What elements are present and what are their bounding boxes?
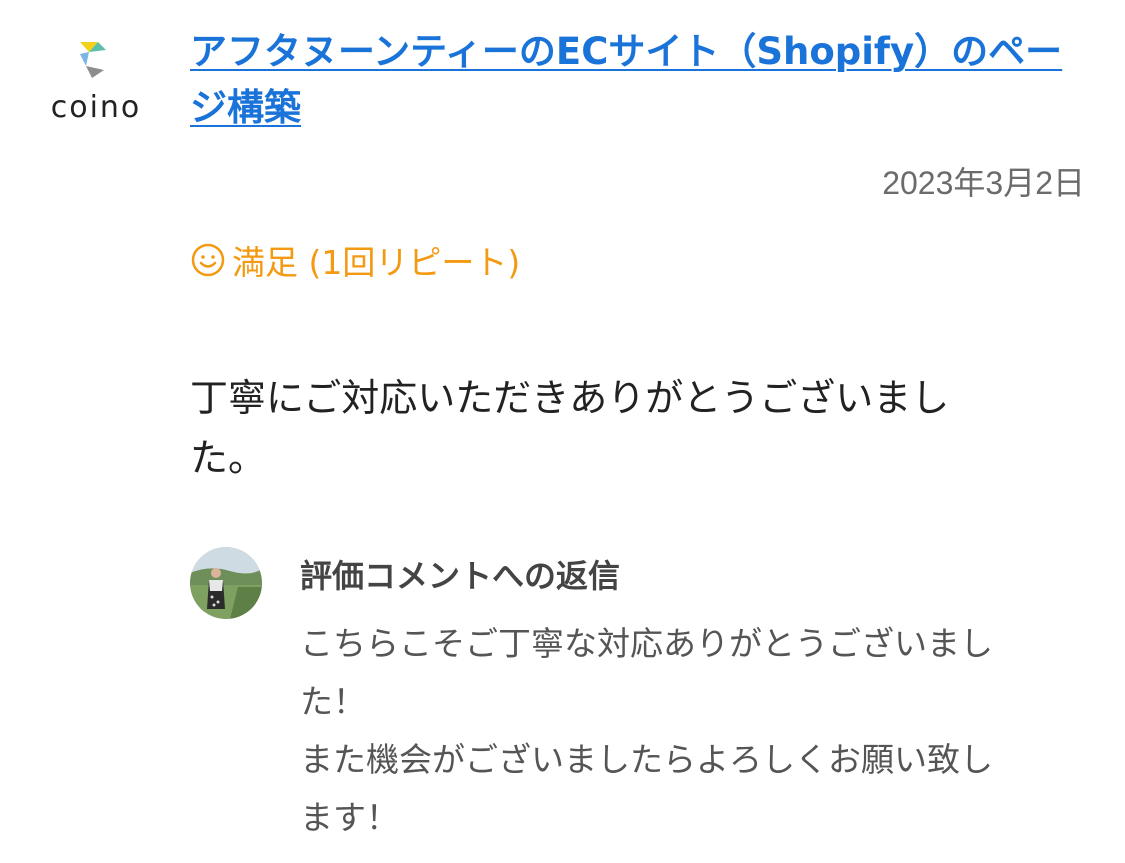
project-title-link[interactable]: アフタヌーンティーのECサイト（Shopify）のページ構築 — [190, 24, 1090, 136]
reply-body: こちらこそご丁寧な対応ありがとうございまし た！ また機会がございましたらよろし… — [300, 615, 1070, 847]
logo-text: coino — [50, 90, 142, 125]
logo-mark-icon — [80, 42, 106, 78]
reply-line: こちらこそご丁寧な対応ありがとうございまし — [300, 624, 993, 663]
review-card: coino アフタヌーンティーのECサイト（Shopify）のページ構築 202… — [0, 0, 1125, 863]
reply-line: た！ — [300, 682, 366, 721]
smile-icon — [191, 243, 225, 277]
review-comment: 丁寧にご対応いただきありがとうございまし た。 — [190, 368, 1050, 488]
rating-label: 満足 (1回リピート) — [232, 243, 521, 282]
reply-line: ます！ — [300, 798, 399, 837]
rating-badge: 満足 (1回リピート) — [190, 236, 520, 284]
seller-logo[interactable]: coino — [40, 40, 152, 130]
reply-heading: 評価コメントへの返信 — [300, 557, 621, 595]
comment-line: た。 — [190, 436, 267, 480]
comment-line: 丁寧にご対応いただきありがとうございまし — [190, 376, 950, 420]
user-avatar[interactable] — [190, 547, 262, 619]
reply-line: また機会がございましたらよろしくお願い致し — [300, 740, 993, 779]
review-date: 2023年3月2日 — [882, 165, 1085, 201]
seller-reply: 評価コメントへの返信 こちらこそご丁寧な対応ありがとうございまし た！ また機会… — [190, 545, 1070, 845]
